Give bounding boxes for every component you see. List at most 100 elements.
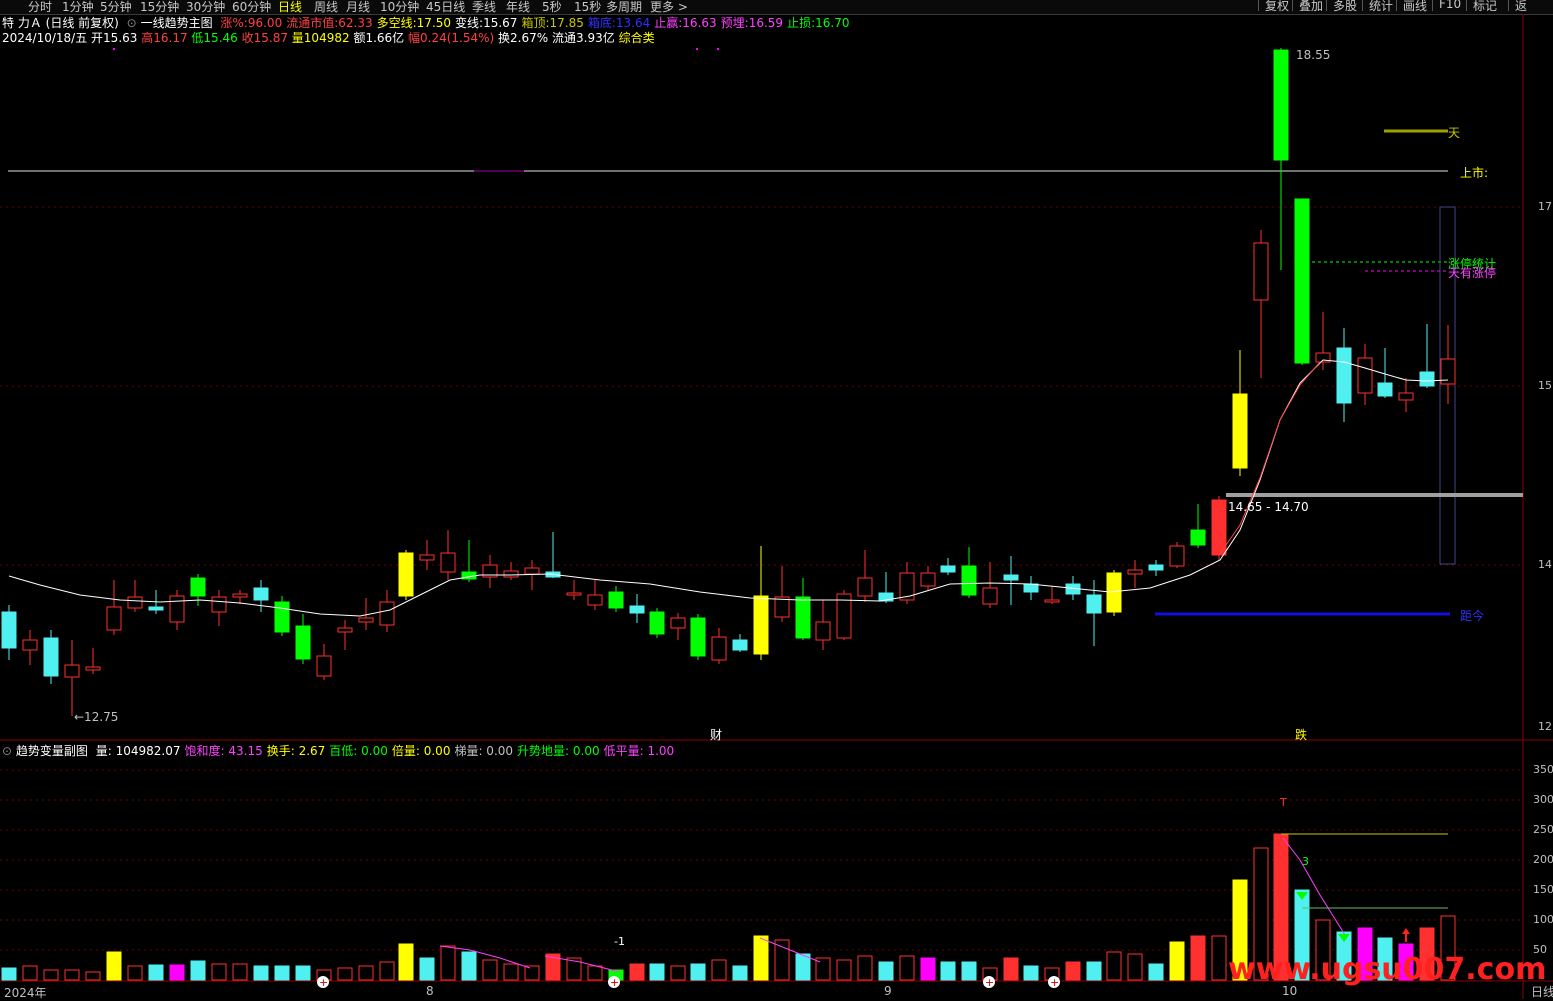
volume-bar-44 <box>920 957 936 981</box>
axis-year: 2024年 <box>4 986 47 1000</box>
peak-label: 18.55 <box>1296 48 1331 62</box>
axis-month-8: 8 <box>426 984 434 998</box>
volume-bar-22 <box>461 951 477 981</box>
volume-bar-52 <box>1086 961 1102 981</box>
marker-1 <box>696 48 698 50</box>
candle-17 <box>358 617 374 623</box>
candle-44 <box>920 572 936 587</box>
volume-bar-2 <box>43 969 59 981</box>
up-arrow-icon <box>1402 928 1410 934</box>
volume-bar-42 <box>878 961 894 981</box>
candle-49 <box>1023 583 1039 593</box>
trough-label: ←12.75 <box>74 710 119 724</box>
volume-bar-32 <box>670 965 686 981</box>
candle-14 <box>295 625 311 660</box>
volume-bar-36 <box>753 935 769 981</box>
volume-bar-45 <box>940 961 956 981</box>
candle-66 <box>1377 382 1393 397</box>
volume-bar-41 <box>857 955 873 981</box>
candle-57 <box>1190 529 1206 546</box>
candle-37 <box>774 596 790 618</box>
volume-bar-12 <box>253 965 269 981</box>
candle-21 <box>440 552 456 573</box>
candle-20 <box>419 554 435 561</box>
watermark: www.ugsu007.com <box>1228 952 1547 987</box>
sub-collapse-icon[interactable]: ⊙ <box>2 744 12 758</box>
tian-label: 天 <box>1448 126 1461 140</box>
candle-18 <box>379 601 395 626</box>
candle-35 <box>732 639 748 651</box>
candle-9 <box>190 577 206 597</box>
sub-indicator-name[interactable]: 趋势变量副图 <box>16 744 88 758</box>
volume-bar-53 <box>1106 951 1122 981</box>
candle-32 <box>670 617 686 629</box>
volume-bar-14 <box>295 965 311 981</box>
candle-12 <box>253 587 269 601</box>
candle-28 <box>587 594 603 606</box>
candle-29 <box>608 591 624 609</box>
candle-53 <box>1106 572 1122 613</box>
candle-36 <box>753 595 769 655</box>
candle-25 <box>524 567 540 575</box>
volume-bar-21 <box>440 945 456 981</box>
volume-bar-30 <box>629 963 645 981</box>
volume-bar-24 <box>503 963 519 981</box>
volume-bar-1 <box>22 965 38 981</box>
candle-56 <box>1169 545 1185 567</box>
candle-5 <box>106 606 122 631</box>
sub-field-0: 量: 104982.07 <box>95 744 181 758</box>
volume-bar-4 <box>85 971 101 981</box>
volume-bar-37 <box>774 939 790 981</box>
event-die-label[interactable]: 跌 <box>1295 726 1307 743</box>
candle-27 <box>566 592 582 596</box>
vol-axis-350: 350 <box>1533 763 1553 776</box>
volume-bar-31 <box>649 963 665 981</box>
volume-bar-3 <box>64 969 80 981</box>
limit-days-label: 天有涨停 <box>1448 266 1497 280</box>
candle-3 <box>64 664 80 678</box>
vol-axis-150: 150 <box>1533 883 1553 896</box>
volume-bar-9 <box>190 960 206 981</box>
sub-field-2: 换手: 2.67 <box>266 744 326 758</box>
volume-bar-35 <box>732 965 748 981</box>
vol-axis-300: 300 <box>1533 793 1553 806</box>
candlestick-chart[interactable]: + + + + <box>0 0 1553 999</box>
candle-45 <box>940 565 956 573</box>
volume-bar-17 <box>358 965 374 981</box>
candle-41 <box>857 577 873 597</box>
range-label: 14.65 - 14.70 <box>1228 500 1309 514</box>
candle-58 <box>1211 499 1227 556</box>
candle-59 <box>1232 393 1248 469</box>
price-axis-15: 15 <box>1538 379 1552 392</box>
candle-48 <box>1003 574 1019 581</box>
candle-4 <box>85 666 101 671</box>
volume-bar-0 <box>1 967 17 981</box>
candle-30 <box>629 605 645 614</box>
candle-64 <box>1336 347 1352 404</box>
volume-bar-20 <box>419 957 435 981</box>
candle-62 <box>1294 198 1310 364</box>
volume-bar-48 <box>1003 957 1019 981</box>
sub-field-7: 低平量: 1.00 <box>603 744 675 758</box>
candle-60 <box>1253 242 1269 301</box>
volume-bar-46 <box>961 961 977 981</box>
vol-axis-250: 250 <box>1533 823 1553 836</box>
candle-16 <box>337 627 353 633</box>
event-cai-label[interactable]: 财 <box>710 726 722 743</box>
candle-50 <box>1044 599 1060 603</box>
price-axis-12: 12 <box>1538 720 1552 733</box>
volume-bar-5 <box>106 951 122 981</box>
volume-bar-19 <box>398 943 414 981</box>
candle-8 <box>169 595 185 623</box>
candle-52 <box>1086 594 1102 614</box>
listing-label: 上市: <box>1460 166 1489 180</box>
candle-11 <box>232 593 248 598</box>
candle-61 <box>1273 49 1289 161</box>
plus-sign-2: + <box>985 976 994 989</box>
volume-bar-25 <box>524 965 540 981</box>
candle-19 <box>398 552 414 597</box>
plus-sign-3: + <box>1050 976 1059 989</box>
candle-68 <box>1419 371 1435 387</box>
distance-label: 距今 <box>1460 609 1485 623</box>
candle-13 <box>274 601 290 633</box>
